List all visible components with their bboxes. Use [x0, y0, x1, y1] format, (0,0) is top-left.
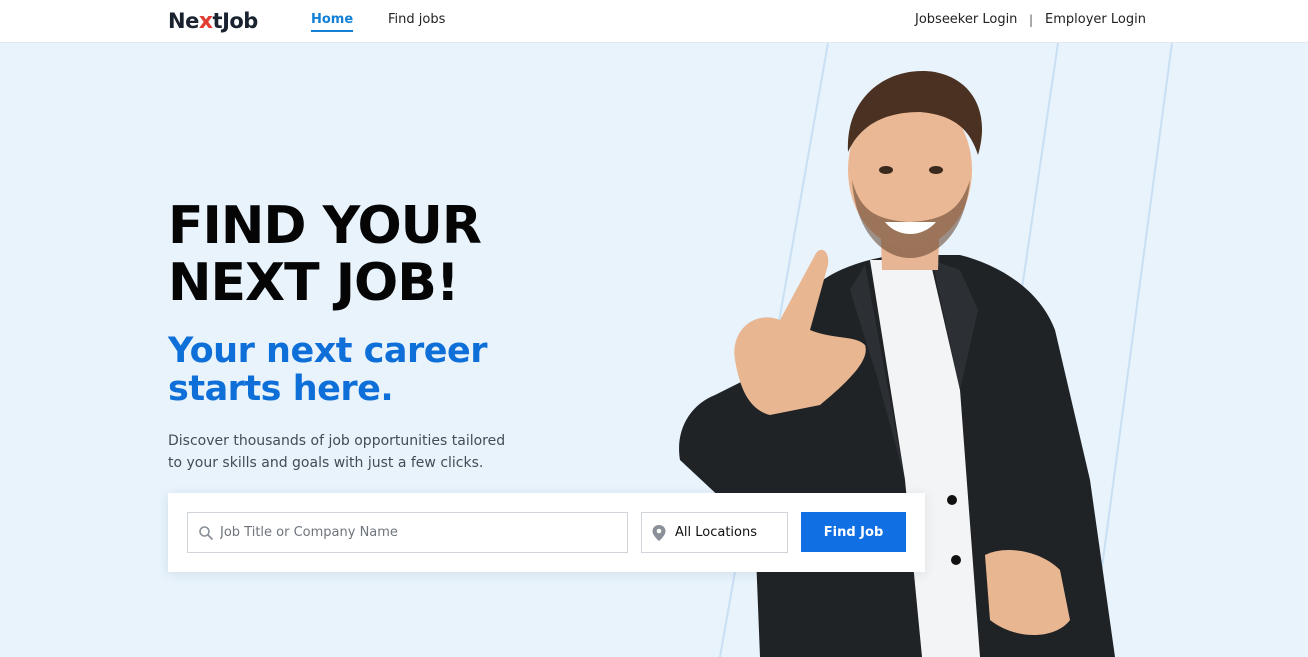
nav-find-jobs-link[interactable]: Find jobs [388, 11, 445, 29]
hero-desc-line2: to your skills and goals with just a few… [168, 455, 484, 471]
hero-subtitle: Your next career starts here. [168, 332, 548, 408]
logo-prefix: Ne [168, 9, 199, 33]
nav-home-link[interactable]: Home [311, 11, 354, 32]
hero-title: FIND YOUR NEXT JOB! [168, 198, 588, 312]
logo-x: x [198, 8, 213, 34]
jobseeker-login-link[interactable]: Jobseeker Login [915, 11, 1017, 29]
search-field[interactable] [187, 512, 628, 553]
location-select-value: All Locations [675, 525, 758, 540]
hero-title-line1: FIND YOUR [168, 196, 482, 256]
employer-login-link[interactable]: Employer Login [1045, 11, 1146, 29]
hero-subtitle-line1: Your next career [168, 331, 488, 371]
hero-desc-line1: Discover thousands of job opportunities … [168, 433, 506, 449]
search-input[interactable] [220, 513, 620, 552]
location-select[interactable]: All Locations [641, 512, 788, 553]
location-pin-icon [652, 525, 666, 541]
find-job-button[interactable]: Find Job [801, 512, 906, 552]
hero-title-line2: NEXT JOB! [168, 253, 460, 313]
logo-suffix: tJob [212, 9, 259, 33]
hero-subtitle-line2: starts here. [168, 369, 394, 409]
nextjob-logo[interactable]: Ne x tJob [168, 8, 258, 34]
login-separator: | [1029, 13, 1034, 27]
search-icon [199, 526, 213, 540]
hero-description: Discover thousands of job opportunities … [168, 430, 548, 474]
top-navbar: Ne x tJob Home Find jobs Jobseeker Login |… [0, 0, 1308, 43]
job-search-form: All Locations Find Job [168, 493, 925, 572]
